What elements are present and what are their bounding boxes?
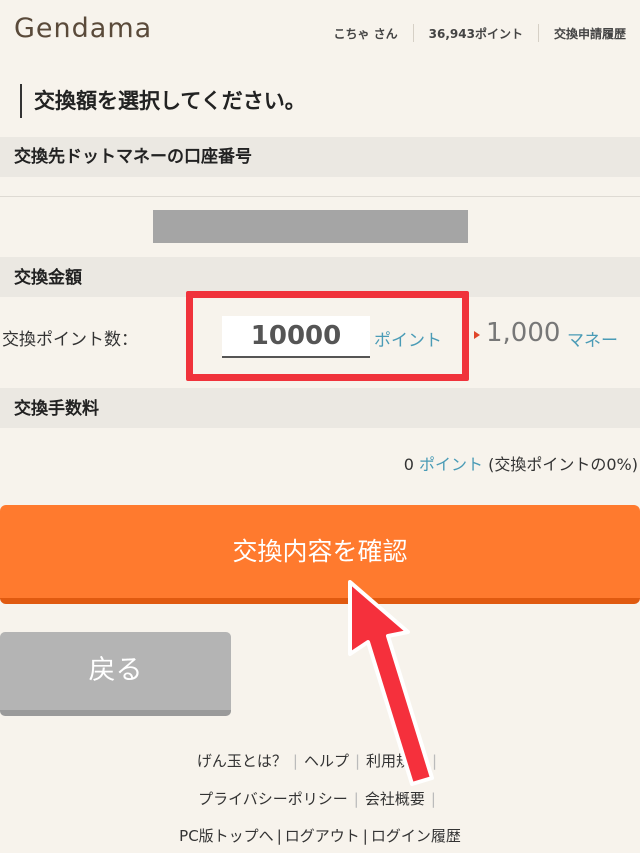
money-value: 1,000 bbox=[486, 318, 561, 348]
points-balance[interactable]: 36,943ポイント bbox=[429, 25, 523, 42]
page-title: 交換額を選択してください。 bbox=[20, 84, 306, 118]
footer-link-company[interactable]: 会社概要 bbox=[365, 790, 425, 808]
footer-link-privacy[interactable]: プライバシーポリシー bbox=[198, 790, 348, 808]
footer-separator: | bbox=[292, 752, 298, 770]
footer-separator: | bbox=[353, 790, 359, 808]
footer-row: PC版トップへ | ログアウト | ログイン履歴 bbox=[0, 825, 640, 846]
header-divider bbox=[537, 24, 539, 42]
footer-separator: | bbox=[276, 827, 282, 845]
header: Gendama こちゃ さん 36,943ポイント 交換申請履歴 bbox=[0, 0, 640, 64]
exchange-history-link[interactable]: 交換申請履歴 bbox=[554, 25, 626, 42]
footer-link-login-history[interactable]: ログイン履歴 bbox=[371, 827, 461, 845]
footer-row: げん玉とは？ | ヘルプ | 利用規約 | bbox=[0, 750, 640, 771]
footer-separator: | bbox=[362, 827, 368, 845]
back-button[interactable]: 戻る bbox=[0, 632, 231, 716]
money-unit: マネー bbox=[567, 331, 618, 351]
points-label: 交換ポイント数： bbox=[2, 330, 138, 350]
points-unit: ポイント bbox=[374, 331, 442, 351]
fee-value: 0 bbox=[403, 455, 414, 474]
footer-link-about[interactable]: げん玉とは？ bbox=[197, 752, 287, 770]
footer-link-pc-top[interactable]: PC版トップへ bbox=[179, 827, 274, 845]
fee-unit: ポイント bbox=[419, 455, 484, 474]
user-name[interactable]: こちゃ さん bbox=[333, 25, 397, 42]
section-header-account: 交換先ドットマネーの口座番号 bbox=[0, 137, 640, 177]
section-header-fee: 交換手数料 bbox=[0, 388, 640, 428]
divider bbox=[0, 196, 640, 197]
confirm-button[interactable]: 交換内容を確認 bbox=[0, 505, 640, 604]
fee-note: (交換ポイントの0%) bbox=[488, 455, 638, 474]
footer-separator: | bbox=[430, 790, 436, 808]
gendama-logo[interactable]: Gendama bbox=[14, 13, 152, 44]
arrow-right-icon bbox=[474, 331, 480, 339]
footer-link-logout[interactable]: ログアウト bbox=[285, 827, 360, 845]
account-number-redacted bbox=[153, 210, 468, 243]
fee-row: 0 ポイント (交換ポイントの0%) bbox=[404, 451, 638, 475]
annotation-arrow-icon bbox=[348, 580, 434, 786]
points-input[interactable] bbox=[222, 316, 370, 358]
header-divider bbox=[412, 24, 414, 42]
footer-row: プライバシーポリシー | 会社概要 | bbox=[0, 788, 640, 809]
header-links: こちゃ さん 36,943ポイント 交換申請履歴 bbox=[333, 24, 626, 42]
